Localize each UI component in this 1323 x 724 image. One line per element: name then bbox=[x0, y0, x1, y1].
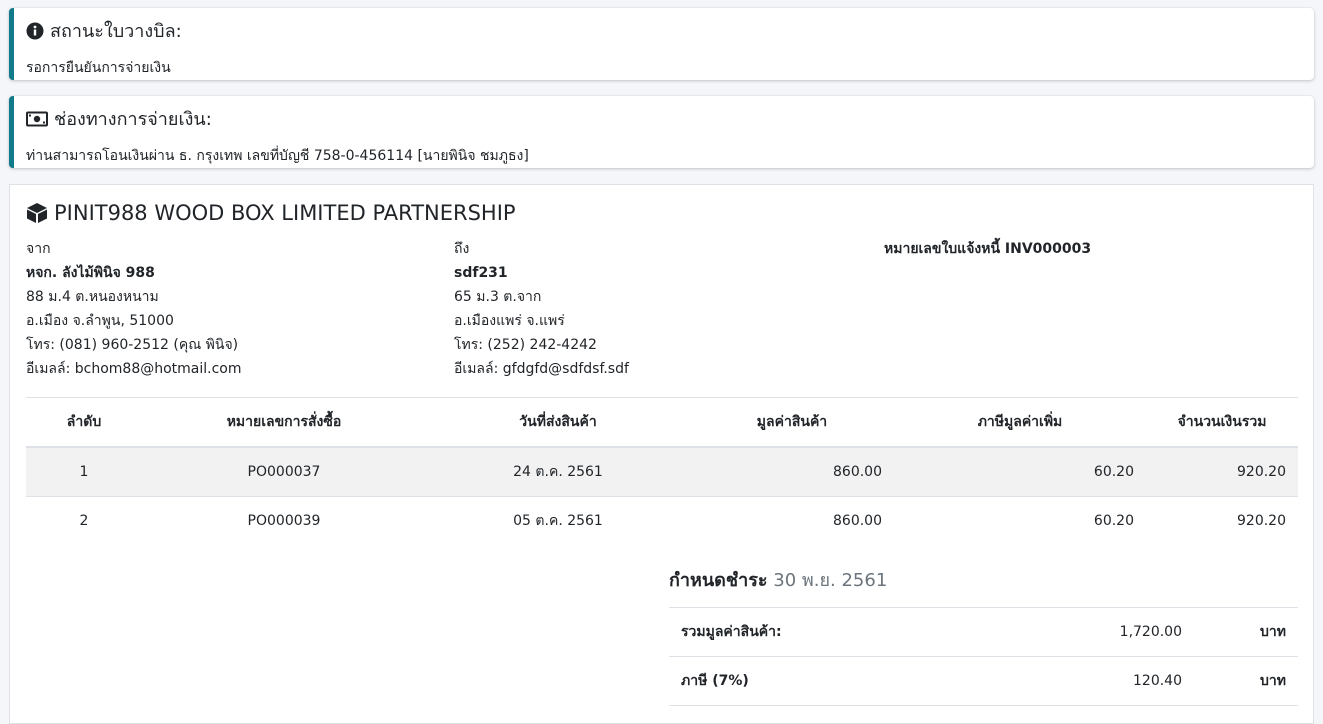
from-name: หจก. ลังไม้พินิจ 988 bbox=[26, 265, 155, 281]
payment-heading: ช่องทางการจ่ายเงิน: bbox=[26, 104, 1302, 133]
items-table: ลำดับ หมายเลขการสั่งซื้อ วันที่ส่งสินค้า… bbox=[26, 398, 1298, 545]
cell-value: 860.00 bbox=[690, 446, 894, 497]
payment-callout: ช่องทางการจ่ายเงิน: ท่านสามารถโอนเงินผ่า… bbox=[9, 96, 1314, 168]
cell-ship-date: 24 ต.ค. 2561 bbox=[426, 446, 690, 497]
invoice-card: PINIT988 WOOD BOX LIMITED PARTNERSHIP จา… bbox=[9, 184, 1314, 724]
col-header-value: มูลค่าสินค้า bbox=[690, 398, 894, 448]
summary-table: รวมมูลค่าสินค้า: 1,720.00 บาท ภาษี (7%) … bbox=[669, 607, 1298, 716]
from-address: จาก หจก. ลังไม้พินิจ 988 88 ม.4 ต.หนองหน… bbox=[26, 237, 242, 381]
money-bill-icon bbox=[26, 111, 48, 127]
items-header-row: ลำดับ หมายเลขการสั่งซื้อ วันที่ส่งสินค้า… bbox=[26, 398, 1298, 448]
from-label: จาก bbox=[26, 241, 51, 257]
col-header-ship-date: วันที่ส่งสินค้า bbox=[426, 398, 690, 448]
summary-label: รวมมูลค่าสินค้า: bbox=[669, 607, 980, 657]
cell-po: PO000037 bbox=[142, 446, 426, 497]
cell-total: 920.20 bbox=[1146, 496, 1298, 545]
summary-row bbox=[669, 705, 1298, 716]
company-brand: PINIT988 WOOD BOX LIMITED PARTNERSHIP bbox=[26, 201, 516, 225]
payment-title: ช่องทางการจ่ายเงิน: bbox=[54, 109, 212, 130]
summary-row: ภาษี (7%) 120.40 บาท bbox=[669, 656, 1298, 706]
cell-total: 920.20 bbox=[1146, 446, 1298, 497]
summary-amount: 120.40 bbox=[979, 656, 1194, 706]
cell-value: 860.00 bbox=[690, 496, 894, 545]
status-title: สถานะใบวางบิล: bbox=[50, 21, 182, 42]
cell-seq: 2 bbox=[26, 496, 142, 545]
to-address: ถึง sdf231 65 ม.3 ต.จาก อ.เมืองแพร่ จ.แพ… bbox=[454, 237, 629, 381]
invoice-number: หมายเลขใบแจ้งหนี้ INV000003 bbox=[884, 241, 1092, 257]
summary-row: รวมมูลค่าสินค้า: 1,720.00 บาท bbox=[669, 607, 1298, 657]
to-phone: โทร: (252) 242-4242 bbox=[454, 337, 597, 353]
summary-unit: บาท bbox=[1194, 656, 1298, 706]
invoice-page: สถานะใบวางบิล: รอการยืนยันการจ่ายเงิน ช่… bbox=[0, 0, 1323, 724]
summary-unit: บาท bbox=[1194, 607, 1298, 657]
from-email: อีเมลล์: bchom88@hotmail.com bbox=[26, 361, 242, 377]
cell-vat: 60.20 bbox=[894, 496, 1146, 545]
status-callout: สถานะใบวางบิล: รอการยืนยันการจ่ายเงิน bbox=[9, 8, 1314, 80]
cell-po: PO000039 bbox=[142, 496, 426, 545]
cell-seq: 1 bbox=[26, 446, 142, 497]
from-address2: อ.เมือง จ.ลำพูน, 51000 bbox=[26, 313, 174, 329]
col-header-po: หมายเลขการสั่งซื้อ bbox=[142, 398, 426, 448]
company-name: PINIT988 WOOD BOX LIMITED PARTNERSHIP bbox=[54, 201, 516, 225]
status-text: รอการยืนยันการจ่ายเงิน bbox=[26, 60, 171, 76]
cell-vat: 60.20 bbox=[894, 446, 1146, 497]
to-email: อีเมลล์: gfdgfd@sdfdsf.sdf bbox=[454, 361, 629, 377]
col-header-total: จำนวนเงินรวม bbox=[1146, 398, 1298, 448]
summary-amount: 1,720.00 bbox=[979, 607, 1194, 657]
col-header-seq: ลำดับ bbox=[26, 398, 142, 448]
to-name: sdf231 bbox=[454, 265, 508, 281]
due-label: กำหนดชำระ bbox=[669, 570, 768, 591]
table-row: 1 PO000037 24 ต.ค. 2561 860.00 60.20 920… bbox=[26, 446, 1298, 497]
from-phone: โทร: (081) 960-2512 (คุณ พินิจ) bbox=[26, 337, 239, 353]
to-address1: 65 ม.3 ต.จาก bbox=[454, 289, 542, 305]
table-row: 2 PO000039 05 ต.ค. 2561 860.00 60.20 920… bbox=[26, 496, 1298, 545]
to-address2: อ.เมืองแพร่ จ.แพร่ bbox=[454, 313, 565, 329]
cube-icon bbox=[26, 202, 48, 224]
due-date-line: กำหนดชำระ 30 พ.ย. 2561 bbox=[669, 565, 887, 594]
payment-text: ท่านสามารถโอนเงินผ่าน ธ. กรุงเทพ เลขที่บ… bbox=[26, 148, 529, 164]
col-header-vat: ภาษีมูลค่าเพิ่ม bbox=[894, 398, 1146, 448]
summary-label: ภาษี (7%) bbox=[669, 656, 980, 706]
status-heading: สถานะใบวางบิล: bbox=[26, 16, 1302, 45]
due-date: 30 พ.ย. 2561 bbox=[773, 570, 888, 591]
to-label: ถึง bbox=[454, 241, 470, 257]
cell-ship-date: 05 ต.ค. 2561 bbox=[426, 496, 690, 545]
from-address1: 88 ม.4 ต.หนองหนาม bbox=[26, 289, 159, 305]
info-circle-icon bbox=[26, 22, 44, 40]
